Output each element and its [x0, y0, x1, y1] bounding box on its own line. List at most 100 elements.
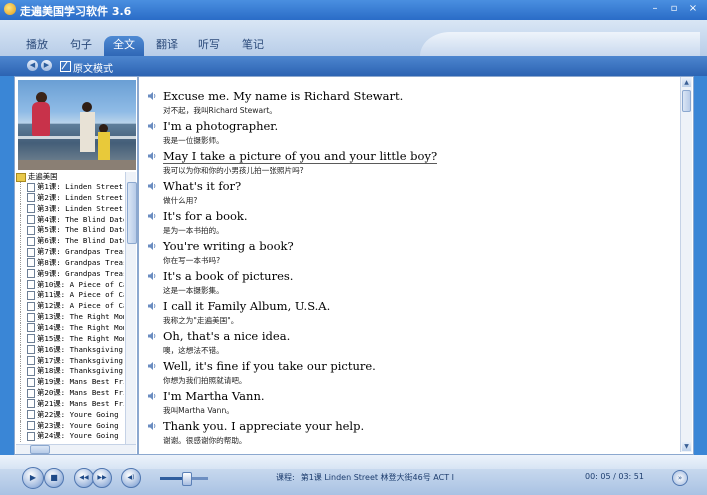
english-sentence[interactable]: Well, it's fine if you take our picture.	[163, 359, 376, 373]
speaker-icon[interactable]	[147, 361, 157, 371]
tab-fulltext[interactable]: 全文	[104, 36, 144, 56]
document-icon	[27, 182, 35, 192]
tree-item[interactable]: 第18课: Thanksgiving	[20, 366, 124, 378]
minimize-button[interactable]: –	[648, 3, 662, 15]
tree-item[interactable]: 第4课: The Blind Date	[20, 214, 124, 226]
tree-item[interactable]: 第7课: Grandpas Treasure	[20, 247, 124, 258]
speaker-icon[interactable]	[147, 301, 157, 311]
speaker-icon[interactable]	[147, 151, 157, 161]
volume-knob[interactable]	[182, 472, 193, 486]
course-label: 课程:	[276, 473, 295, 482]
tree-item[interactable]: 第14课: The Right Moment	[20, 322, 124, 334]
english-sentence[interactable]: It's a book of pictures.	[163, 269, 293, 283]
document-icon	[27, 399, 35, 409]
tree-item[interactable]: 第21课: Mans Best Friend	[20, 398, 124, 410]
tree-item[interactable]: 第3课: Linden Street	[20, 203, 124, 215]
english-sentence[interactable]: What's it for?	[163, 179, 241, 193]
tree-item-label: 第18课: Thanksgiving	[37, 366, 123, 376]
english-sentence[interactable]: You're writing a book?	[163, 239, 294, 253]
english-sentence[interactable]: I'm a photographer.	[163, 119, 278, 133]
tree-item-label: 第19课: Mans Best Friend	[37, 377, 124, 387]
transcript-scrollbar[interactable]: ▲ ▼	[680, 77, 692, 452]
tree-hscroll-thumb[interactable]	[30, 445, 50, 454]
tree-item[interactable]: 第1课: Linden Street	[20, 182, 124, 193]
scroll-down-icon[interactable]: ▼	[682, 442, 691, 451]
tree-item[interactable]: 第8课: Grandpas Treasure	[20, 257, 124, 269]
course-value: 第1课 Linden Street 林登大街46号 ACT I	[300, 473, 454, 482]
tree-item[interactable]: 第12课: A Piece of Cake	[20, 301, 124, 313]
tree-item-label: 第15课: The Right Moment	[37, 333, 124, 343]
speaker-icon[interactable]	[147, 121, 157, 131]
speaker-icon[interactable]	[147, 211, 157, 221]
document-icon	[27, 312, 35, 322]
tree-item[interactable]: 第15课: The Right Moment	[20, 333, 124, 345]
tree-item[interactable]: 第16课: Thanksgiving	[20, 344, 124, 356]
tree-item[interactable]: 第2课: Linden Street	[20, 192, 124, 204]
tree-item[interactable]: 第22课: Youre Going	[20, 409, 124, 421]
english-sentence[interactable]: Excuse me. My name is Richard Stewart.	[163, 89, 403, 103]
tree-item[interactable]: 第17课: Thanksgiving	[20, 355, 124, 367]
player-bar-decoration	[0, 455, 707, 469]
document-icon	[27, 388, 35, 398]
tree-root[interactable]: 走遍美国	[16, 172, 124, 182]
tree-item-label: 第5课: The Blind Date	[37, 225, 124, 235]
tab-dictation[interactable]: 听写	[190, 36, 228, 56]
next-icon[interactable]: ▶	[41, 60, 52, 71]
tree-item[interactable]: 第20课: Mans Best Friend	[20, 388, 124, 399]
chinese-translation: 是为一本书拍的。	[163, 226, 224, 235]
tree-vertical-scrollbar[interactable]	[125, 172, 137, 444]
edit-mode-icon[interactable]	[60, 61, 71, 72]
speaker-icon[interactable]	[147, 91, 157, 101]
course-info: 课程: 第1课 Linden Street 林登大街46号 ACT I	[276, 472, 454, 483]
english-sentence[interactable]: Thank you. I appreciate your help.	[163, 419, 364, 433]
speaker-icon[interactable]	[147, 331, 157, 341]
previous-sentence-button[interactable]: ◀◀	[74, 468, 94, 488]
tree-item-label: 第7课: Grandpas Treasure	[37, 247, 124, 257]
speaker-icon[interactable]	[147, 241, 157, 251]
mode-label[interactable]: 原文模式	[73, 60, 113, 75]
toolbar: ◀ ▶ 原文模式	[0, 56, 707, 76]
transcript-scroll-thumb[interactable]	[682, 90, 691, 112]
speaker-icon[interactable]	[147, 271, 157, 281]
prev-icon[interactable]: ◀	[27, 60, 38, 71]
speaker-icon[interactable]	[147, 421, 157, 431]
tree-item[interactable]: 第23课: Youre Going	[20, 420, 124, 432]
scroll-up-icon[interactable]: ▲	[682, 78, 691, 87]
tab-translate[interactable]: 翻译	[148, 36, 186, 56]
english-sentence[interactable]: May I take a picture of you and your lit…	[163, 149, 438, 164]
stop-button[interactable]: ■	[44, 468, 64, 488]
tree-item[interactable]: 第11课: A Piece of Cake	[20, 290, 124, 302]
document-icon	[27, 236, 35, 246]
tree-scroll-thumb[interactable]	[127, 182, 137, 244]
tree-item[interactable]: 第5课: The Blind Date	[20, 225, 124, 237]
tree-item-label: 第8课: Grandpas Treasure	[37, 257, 124, 267]
close-button[interactable]: ×	[686, 3, 700, 15]
tree-item[interactable]: 第6课: The Blind Date	[20, 236, 124, 248]
volume-icon[interactable]: ◀)	[121, 468, 141, 488]
tree-item-label: 第4课: The Blind Date	[37, 214, 124, 224]
tree-item[interactable]: 第24课: Youre Going	[20, 431, 124, 443]
next-sentence-button[interactable]: ▶▶	[92, 468, 112, 488]
english-sentence[interactable]: Oh, that's a nice idea.	[163, 329, 290, 343]
tree-item-label: 第6课: The Blind Date	[37, 236, 124, 246]
maximize-button[interactable]: ▫	[667, 3, 681, 15]
tree-horizontal-scrollbar[interactable]	[16, 444, 136, 454]
english-sentence[interactable]: I call it Family Album, U.S.A.	[163, 299, 330, 313]
english-sentence[interactable]: I'm Martha Vann.	[163, 389, 265, 403]
english-sentence[interactable]: It's for a book.	[163, 209, 248, 223]
tab-play[interactable]: 播放	[18, 36, 56, 56]
tree-item[interactable]: 第13课: The Right Moment	[20, 312, 124, 323]
play-button[interactable]: ▶	[22, 467, 44, 489]
speaker-icon[interactable]	[147, 391, 157, 401]
document-icon	[27, 334, 35, 344]
document-icon	[27, 377, 35, 387]
document-icon	[27, 280, 35, 290]
tree-item[interactable]: 第10课: A Piece of Cake	[20, 279, 124, 291]
tree-item[interactable]: 第19课: Mans Best Friend	[20, 377, 124, 389]
tab-sentence[interactable]: 句子	[62, 36, 100, 56]
tree-item[interactable]: 第9课: Grandpas Treasure	[20, 268, 124, 280]
tab-notes[interactable]: 笔记	[234, 36, 272, 56]
expand-button[interactable]: »	[672, 470, 688, 486]
chinese-translation: 我叫Martha Vann。	[163, 406, 234, 415]
speaker-icon[interactable]	[147, 181, 157, 191]
